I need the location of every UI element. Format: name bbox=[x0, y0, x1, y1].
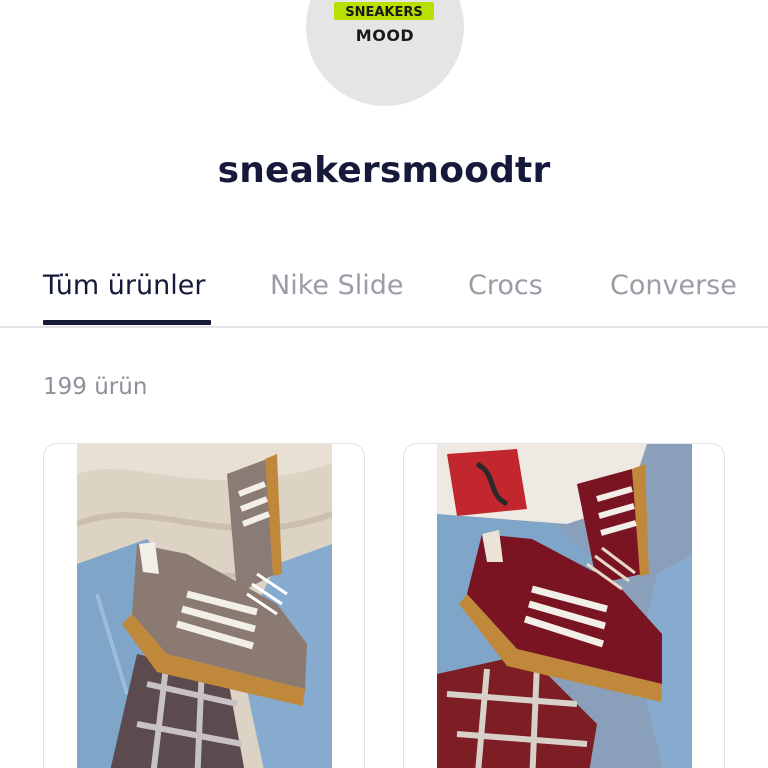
store-avatar[interactable]: SNEAKERS MOOD bbox=[306, 0, 464, 106]
product-image bbox=[437, 444, 692, 768]
sneakers-logo-graphic: SNEAKERS bbox=[334, 2, 434, 20]
store-page: SNEAKERS MOOD sneakersmoodtr Tüm ürünler… bbox=[0, 0, 768, 768]
tab-crocs[interactable]: Crocs bbox=[468, 270, 543, 301]
store-name: sneakersmoodtr bbox=[217, 150, 551, 191]
sneaker-photo-burgundy-suede[interactable] bbox=[437, 444, 692, 768]
product-card[interactable] bbox=[403, 443, 725, 768]
product-card[interactable] bbox=[43, 443, 365, 768]
product-count: 199 ürün bbox=[43, 374, 148, 400]
avatar-sub-text: MOOD bbox=[355, 26, 415, 45]
active-tab-indicator bbox=[43, 320, 211, 325]
avatar-logo-text: SNEAKERS bbox=[345, 5, 423, 20]
category-tabs: Tüm ürünler Nike Slide Crocs Converse bbox=[0, 268, 768, 328]
product-image bbox=[77, 444, 332, 768]
tab-all-products[interactable]: Tüm ürünler bbox=[43, 270, 205, 301]
sneaker-photo-grey-suede[interactable] bbox=[77, 444, 332, 768]
tab-converse[interactable]: Converse bbox=[610, 270, 737, 301]
tab-nike-slide[interactable]: Nike Slide bbox=[270, 270, 403, 301]
